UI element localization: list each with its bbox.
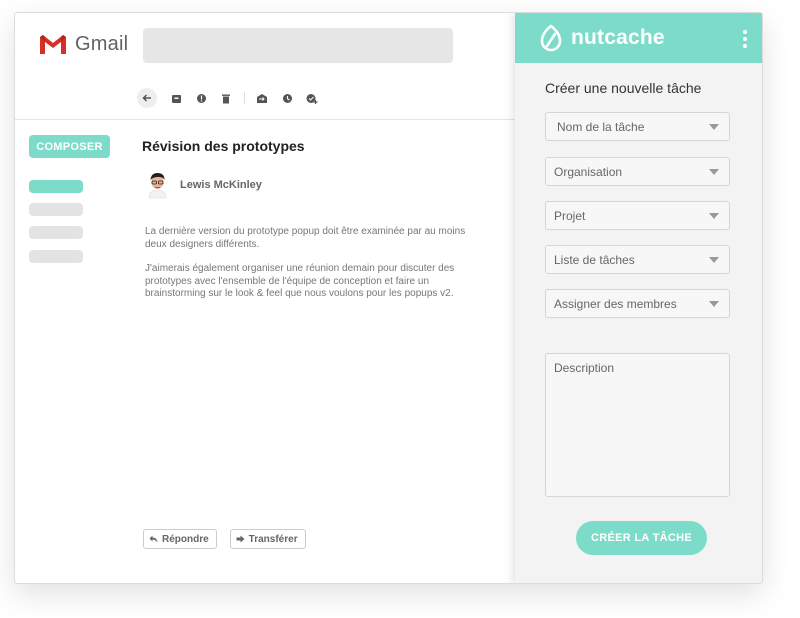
- move-to-button[interactable]: [253, 89, 271, 107]
- task-name-label: Nom de la tâche: [557, 119, 645, 134]
- reply-actions: Répondre Transférer: [143, 529, 306, 549]
- header-divider: [15, 119, 515, 120]
- reply-button[interactable]: Répondre: [143, 529, 217, 549]
- gmail-logo[interactable]: Gmail: [39, 33, 128, 56]
- app-window: Gmail COMPOSER Révision des prototypes L…: [14, 12, 763, 584]
- add-task-icon: [306, 93, 318, 104]
- email-paragraph: La dernière version du prototype popup d…: [145, 226, 466, 250]
- email-paragraph: J'aimerais également organiser une réuni…: [145, 263, 455, 299]
- chevron-down-icon: [709, 300, 719, 307]
- forward-icon: [236, 535, 245, 543]
- assign-members-label: Assigner des membres: [554, 296, 677, 311]
- email-subject: Révision des prototypes: [142, 138, 305, 154]
- archive-button[interactable]: [167, 89, 185, 107]
- description-textarea[interactable]: Description: [545, 353, 730, 497]
- chevron-down-icon: [709, 212, 719, 219]
- sidebar-item-placeholder[interactable]: [29, 203, 83, 216]
- nutcache-panel: nutcache Créer une nouvelle tâche Nom de…: [515, 13, 762, 583]
- project-label: Projet: [554, 208, 586, 223]
- sidebar-item-inbox[interactable]: [29, 180, 83, 193]
- nutcache-logo: nutcache: [538, 24, 665, 52]
- forward-button[interactable]: Transférer: [229, 529, 306, 549]
- email-toolbar: [137, 88, 328, 108]
- nutcache-logo-icon: [540, 24, 562, 52]
- back-arrow-icon: [142, 94, 151, 102]
- snooze-button[interactable]: [278, 89, 296, 107]
- report-spam-button[interactable]: [192, 89, 210, 107]
- nutcache-header: nutcache: [515, 13, 762, 63]
- avatar: [148, 173, 167, 199]
- delete-icon: [222, 94, 230, 103]
- sender-name: Lewis McKinley: [180, 179, 262, 191]
- reply-icon: [149, 535, 158, 543]
- chevron-down-icon: [709, 123, 719, 130]
- gmail-m-icon: [40, 35, 66, 54]
- toolbar-divider: [244, 92, 245, 104]
- delete-button[interactable]: [217, 89, 235, 107]
- reply-label: Répondre: [162, 533, 209, 545]
- task-name-dropdown[interactable]: Nom de la tâche: [545, 112, 730, 141]
- snooze-icon: [282, 93, 292, 103]
- task-list-label: Liste de tâches: [554, 252, 635, 267]
- chevron-down-icon: [709, 168, 719, 175]
- chevron-down-icon: [709, 256, 719, 263]
- compose-button[interactable]: COMPOSER: [29, 135, 110, 158]
- assign-members-dropdown[interactable]: Assigner des membres: [545, 289, 730, 318]
- panel-title: Créer une nouvelle tâche: [545, 80, 702, 96]
- create-task-button[interactable]: CRÉER LA TÂCHE: [576, 521, 707, 555]
- back-button[interactable]: [137, 88, 157, 108]
- sidebar-item-placeholder[interactable]: [29, 226, 83, 239]
- forward-label: Transférer: [248, 533, 298, 545]
- report-spam-icon: [196, 93, 206, 103]
- email-body: La dernière version du prototype popup d…: [145, 226, 485, 313]
- more-options-icon[interactable]: [742, 30, 748, 48]
- project-dropdown[interactable]: Projet: [545, 201, 730, 230]
- sender-row: Lewis McKinley: [145, 171, 262, 199]
- description-placeholder: Description: [554, 361, 615, 375]
- search-input[interactable]: [143, 28, 453, 63]
- add-task-button[interactable]: [303, 89, 321, 107]
- move-to-icon: [257, 93, 267, 103]
- sidebar-item-placeholder[interactable]: [29, 250, 83, 263]
- organisation-label: Organisation: [554, 164, 623, 179]
- organisation-dropdown[interactable]: Organisation: [545, 157, 730, 186]
- archive-icon: [171, 94, 181, 103]
- gmail-logo-text: Gmail: [75, 33, 129, 55]
- nutcache-logo-text: nutcache: [571, 26, 665, 49]
- task-list-dropdown[interactable]: Liste de tâches: [545, 245, 730, 274]
